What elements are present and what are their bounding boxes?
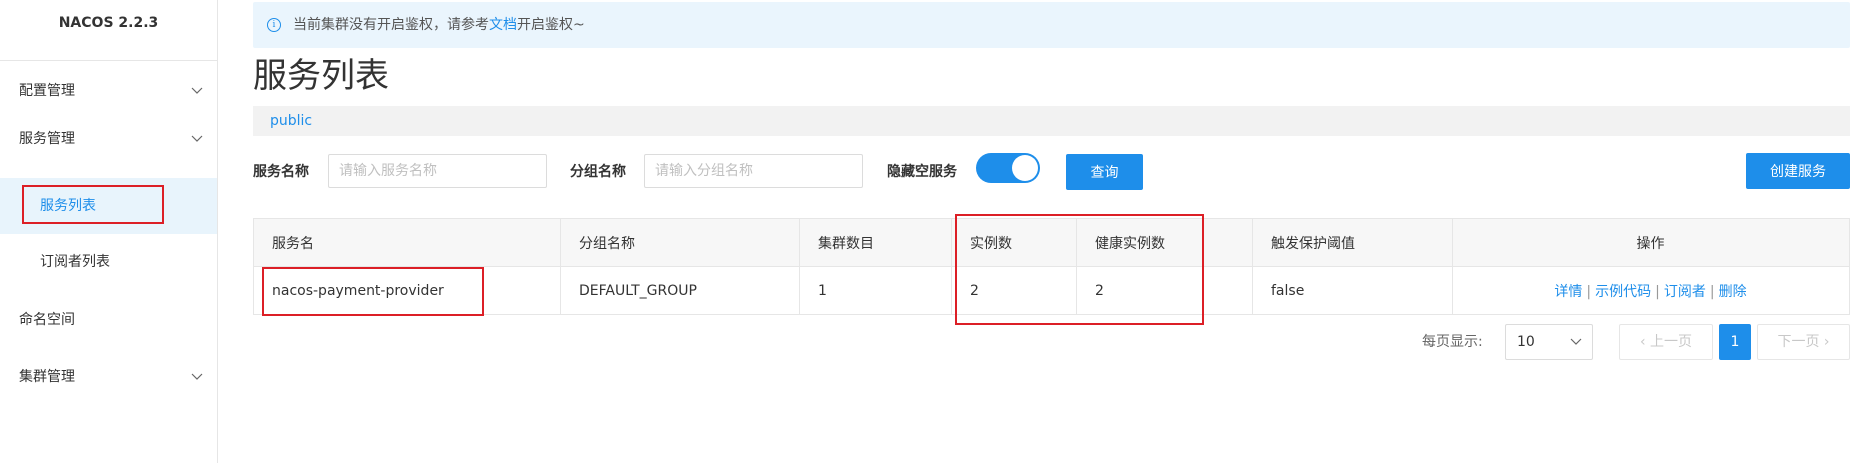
page-size-value: 10 xyxy=(1517,334,1535,350)
detail-link[interactable]: 详情 xyxy=(1554,284,1582,300)
prev-page-button[interactable]: ‹ 上一页 xyxy=(1619,324,1713,360)
service-name-cell: nacos-payment-provider xyxy=(253,266,561,315)
separator: | xyxy=(1655,283,1660,300)
page-size-select[interactable]: 10 xyxy=(1505,324,1593,360)
table-row: nacos-payment-provider DEFAULT_GROUP 1 2… xyxy=(253,266,1850,315)
sidebar-item-label: 命名空间 xyxy=(19,312,75,328)
service-table: 服务名 分组名称 集群数目 实例数 健康实例数 触发保护阈值 操作 nacos-… xyxy=(253,218,1850,315)
subscriber-link[interactable]: 订阅者 xyxy=(1664,284,1706,300)
column-header: 服务名 xyxy=(253,218,561,267)
info-icon: i xyxy=(267,18,281,32)
sidebar-item-subscriber-list[interactable]: 订阅者列表 xyxy=(0,234,217,290)
sidebar-item-label: 服务列表 xyxy=(40,198,96,214)
sidebar-item-cluster-management[interactable]: 集群管理 xyxy=(0,349,217,405)
column-header: 触发保护阈值 xyxy=(1252,218,1453,267)
sidebar-item-namespace[interactable]: 命名空间 xyxy=(0,292,217,348)
column-header: 集群数目 xyxy=(799,218,952,267)
sidebar-item-service-management[interactable]: 服务管理 xyxy=(0,111,217,167)
page-title: 服务列表 xyxy=(253,56,389,96)
toggle-knob xyxy=(1012,155,1038,181)
service-name-input[interactable] xyxy=(328,154,547,188)
notice-text: 开启鉴权~ xyxy=(517,17,585,33)
chevron-right-icon: › xyxy=(1819,334,1830,350)
column-header: 实例数 xyxy=(951,218,1077,267)
column-header: 健康实例数 xyxy=(1076,218,1253,267)
healthy-instance-count-cell: 2 xyxy=(1076,266,1253,315)
column-header: 分组名称 xyxy=(560,218,800,267)
query-button[interactable]: 查询 xyxy=(1066,154,1143,190)
notice-text: 当前集群没有开启鉴权，请参考 xyxy=(293,17,489,33)
group-name-label: 分组名称 xyxy=(570,164,626,180)
auth-notice: i 当前集群没有开启鉴权，请参考文档开启鉴权~ xyxy=(253,2,1850,48)
hide-empty-label: 隐藏空服务 xyxy=(887,164,957,180)
namespace-bar: public xyxy=(253,106,1850,136)
page-number-current[interactable]: 1 xyxy=(1719,324,1751,360)
chevron-down-icon xyxy=(191,373,203,380)
cluster-count-cell: 1 xyxy=(799,266,952,315)
operations-cell: 详情 | 示例代码 | 订阅者 | 删除 xyxy=(1452,266,1850,315)
prev-page-label: 上一页 xyxy=(1650,334,1693,350)
main-content: i 当前集群没有开启鉴权，请参考文档开启鉴权~ 服务列表 public 服务名称… xyxy=(217,0,1875,463)
create-service-button[interactable]: 创建服务 xyxy=(1746,153,1850,189)
delete-link[interactable]: 删除 xyxy=(1719,284,1747,300)
sidebar-item-label: 订阅者列表 xyxy=(40,254,110,270)
next-page-label: 下一页 xyxy=(1777,334,1820,350)
page-size-label: 每页显示: xyxy=(1422,334,1483,350)
sidebar: NACOS 2.2.3 配置管理 服务管理 服务列表 订阅者列表 命名空间 集群… xyxy=(0,0,218,463)
docs-link[interactable]: 文档 xyxy=(489,17,517,33)
separator: | xyxy=(1586,283,1592,300)
group-name-cell: DEFAULT_GROUP xyxy=(560,266,800,315)
table-header-row: 服务名 分组名称 集群数目 实例数 健康实例数 触发保护阈值 操作 xyxy=(253,218,1850,267)
hide-empty-toggle[interactable] xyxy=(976,153,1040,183)
sample-code-link[interactable]: 示例代码 xyxy=(1595,284,1651,300)
next-page-button[interactable]: 下一页 › xyxy=(1757,324,1850,360)
chevron-down-icon xyxy=(1570,338,1582,345)
sidebar-item-label: 配置管理 xyxy=(19,83,75,99)
separator: | xyxy=(1709,283,1715,300)
chevron-left-icon: ‹ xyxy=(1639,334,1651,350)
sidebar-item-service-list[interactable]: 服务列表 xyxy=(0,178,217,234)
instance-count-cell: 2 xyxy=(951,266,1077,315)
protect-threshold-cell: false xyxy=(1252,266,1453,315)
namespace-tab-public[interactable]: public xyxy=(270,113,312,129)
service-name-label: 服务名称 xyxy=(253,164,309,180)
sidebar-item-label: 服务管理 xyxy=(19,131,75,147)
chevron-down-icon xyxy=(191,135,203,142)
group-name-input[interactable] xyxy=(644,154,863,188)
app-logo: NACOS 2.2.3 xyxy=(0,0,217,61)
column-header: 操作 xyxy=(1452,218,1850,267)
sidebar-item-label: 集群管理 xyxy=(19,369,75,385)
